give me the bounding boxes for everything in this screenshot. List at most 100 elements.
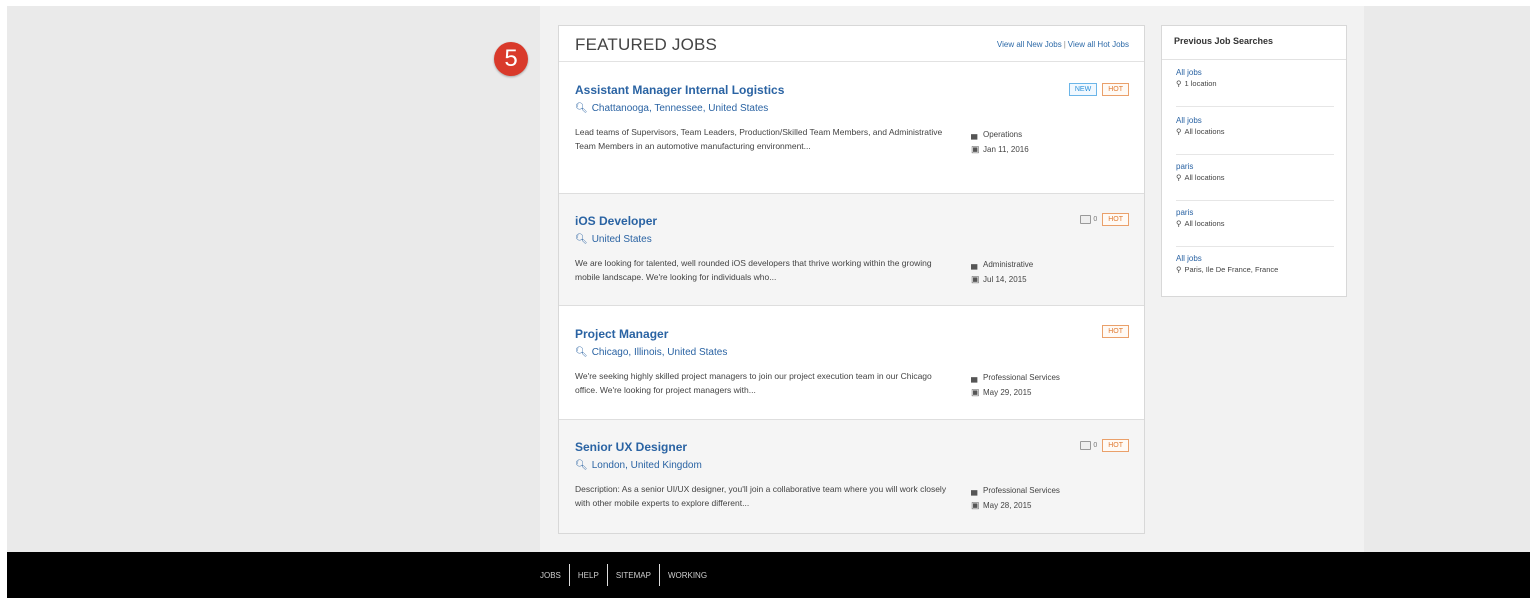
calendar-icon: ▣ bbox=[971, 500, 980, 510]
footer-nav: JOBS HELP SITEMAP WORKING bbox=[540, 564, 715, 586]
featured-jobs-title: FEATURED JOBS bbox=[575, 35, 718, 54]
job-category: Administrative bbox=[983, 260, 1034, 269]
previous-search-location-text: All locations bbox=[1184, 219, 1225, 228]
comment-count-value: 0 bbox=[1093, 442, 1098, 449]
job-location-text: Chattanooga, Tennessee, United States bbox=[591, 103, 769, 114]
step-marker: 5 bbox=[494, 42, 528, 76]
job-title-link[interactable]: iOS Developer bbox=[575, 214, 657, 228]
job-category: Operations bbox=[983, 130, 1023, 139]
job-title-link[interactable]: Project Manager bbox=[575, 327, 668, 341]
hot-badge: HOT bbox=[1102, 439, 1129, 452]
previous-search-query[interactable]: All jobs bbox=[1176, 68, 1202, 77]
previous-search-location: ⚲ All locations bbox=[1176, 127, 1225, 136]
previous-search-location-text: Paris, Ile De France, France bbox=[1184, 265, 1279, 274]
job-location[interactable]: 🔍︎ London, United Kingdom bbox=[575, 460, 702, 471]
job-location[interactable]: 🔍︎ Chattanooga, Tennessee, United States bbox=[575, 103, 768, 114]
link-separator: | bbox=[1063, 40, 1066, 49]
search-icon: 🔍︎ bbox=[575, 460, 588, 471]
previous-search-query[interactable]: paris bbox=[1176, 208, 1193, 217]
job-date: Jan 11, 2016 bbox=[983, 145, 1029, 154]
job-card[interactable]: Senior UX Designer 🔍︎ London, United King… bbox=[559, 420, 1144, 533]
map-pin-icon: ⚲ bbox=[1176, 127, 1182, 136]
job-location-text: United States bbox=[591, 234, 652, 245]
job-date: Jul 14, 2015 bbox=[983, 275, 1027, 284]
previous-searches-panel: Previous Job Searches All jobs ⚲ 1 locati… bbox=[1161, 25, 1347, 297]
job-title-link[interactable]: Senior UX Designer bbox=[575, 440, 687, 454]
job-badges: HOT bbox=[1102, 325, 1129, 338]
search-icon: 🔍︎ bbox=[575, 347, 588, 358]
map-pin-icon: ⚲ bbox=[1176, 265, 1182, 274]
previous-search-item[interactable]: All jobs ⚲ Paris, Ile De France, France bbox=[1176, 248, 1334, 293]
footer-link-sitemap[interactable]: SITEMAP bbox=[608, 571, 659, 580]
job-meta: ▄ Operations ▣ Jan 11, 2016 bbox=[971, 127, 1029, 157]
footer-link-help[interactable]: HELP bbox=[570, 571, 607, 580]
hot-badge: HOT bbox=[1102, 83, 1129, 96]
map-pin-icon: ⚲ bbox=[1176, 219, 1182, 228]
job-card[interactable]: Assistant Manager Internal Logistics 🔍︎ C… bbox=[559, 62, 1144, 194]
job-meta: ▄ Professional Services ▣ May 29, 2015 bbox=[971, 370, 1060, 400]
comment-count-value: 0 bbox=[1093, 216, 1098, 223]
job-description: Lead teams of Supervisors, Team Leaders,… bbox=[575, 127, 943, 151]
previous-search-query[interactable]: All jobs bbox=[1176, 254, 1202, 263]
job-description: We are looking for talented, well rounde… bbox=[575, 258, 932, 282]
folder-icon: ▄ bbox=[971, 485, 978, 495]
previous-search-location: ⚲ All locations bbox=[1176, 173, 1225, 182]
job-date: May 28, 2015 bbox=[983, 501, 1032, 510]
job-category: Professional Services bbox=[983, 486, 1060, 495]
previous-search-location-text: All locations bbox=[1184, 173, 1225, 182]
folder-icon: ▄ bbox=[971, 259, 978, 269]
map-pin-icon: ⚲ bbox=[1176, 79, 1182, 88]
previous-search-query[interactable]: All jobs bbox=[1176, 116, 1202, 125]
view-hot-jobs-link[interactable]: View all Hot Jobs bbox=[1068, 40, 1129, 49]
calendar-icon: ▣ bbox=[971, 144, 980, 154]
previous-search-item[interactable]: All jobs ⚲ 1 location bbox=[1176, 62, 1334, 107]
job-badges: NEW HOT bbox=[1068, 83, 1129, 96]
header-links: View all New Jobs | View all Hot Jobs bbox=[997, 40, 1129, 49]
job-meta: ▄ Professional Services ▣ May 28, 2015 bbox=[971, 483, 1060, 513]
previous-search-location: ⚲ 1 location bbox=[1176, 79, 1217, 88]
previous-search-location: ⚲ All locations bbox=[1176, 219, 1225, 228]
job-title-link[interactable]: Assistant Manager Internal Logistics bbox=[575, 83, 784, 97]
folder-icon: ▄ bbox=[971, 129, 978, 139]
job-card[interactable]: iOS Developer 🔍︎ United States We are loo… bbox=[559, 194, 1144, 306]
job-meta: ▄ Administrative ▣ Jul 14, 2015 bbox=[971, 257, 1033, 287]
job-category: Professional Services bbox=[983, 373, 1060, 382]
comment-count[interactable]: 0 bbox=[1080, 441, 1097, 450]
job-badges: 0 HOT bbox=[1080, 213, 1129, 226]
search-icon: 🔍︎ bbox=[575, 103, 588, 114]
folder-icon: ▄ bbox=[971, 372, 978, 382]
job-location-text: London, United Kingdom bbox=[591, 460, 702, 471]
map-pin-icon: ⚲ bbox=[1176, 173, 1182, 182]
previous-searches-title: Previous Job Searches bbox=[1162, 26, 1346, 60]
featured-jobs-header: FEATURED JOBS View all New Jobs | View all… bbox=[559, 26, 1144, 62]
job-location[interactable]: 🔍︎ United States bbox=[575, 234, 652, 245]
previous-search-location-text: 1 location bbox=[1184, 79, 1217, 88]
previous-search-location: ⚲ Paris, Ile De France, France bbox=[1176, 265, 1278, 274]
job-description: Description: As a senior UI/UX designer,… bbox=[575, 484, 947, 508]
job-card[interactable]: Project Manager 🔍︎ Chicago, Illinois, Uni… bbox=[559, 306, 1144, 420]
search-icon: 🔍︎ bbox=[575, 234, 588, 245]
calendar-icon: ▣ bbox=[971, 387, 980, 397]
footer-link-jobs[interactable]: JOBS bbox=[540, 571, 569, 580]
job-date: May 29, 2015 bbox=[983, 388, 1032, 397]
view-new-jobs-link[interactable]: View all New Jobs bbox=[997, 40, 1062, 49]
footer: JOBS HELP SITEMAP WORKING bbox=[7, 552, 1530, 598]
job-badges: 0 HOT bbox=[1080, 439, 1129, 452]
featured-jobs-panel: FEATURED JOBS View all New Jobs | View all… bbox=[558, 25, 1145, 534]
job-location-text: Chicago, Illinois, United States bbox=[591, 347, 728, 358]
calendar-icon: ▣ bbox=[971, 274, 980, 284]
footer-link-working[interactable]: WORKING bbox=[660, 571, 715, 580]
previous-search-item[interactable]: paris ⚲ All locations bbox=[1176, 156, 1334, 201]
previous-search-location-text: All locations bbox=[1184, 127, 1225, 136]
job-description: We're seeking highly skilled project man… bbox=[575, 371, 932, 395]
comment-icon bbox=[1080, 215, 1092, 224]
comment-icon bbox=[1080, 441, 1092, 450]
job-location[interactable]: 🔍︎ Chicago, Illinois, United States bbox=[575, 347, 727, 358]
hot-badge: HOT bbox=[1102, 213, 1129, 226]
comment-count[interactable]: 0 bbox=[1080, 215, 1097, 224]
previous-search-query[interactable]: paris bbox=[1176, 162, 1193, 171]
hot-badge: HOT bbox=[1102, 325, 1129, 338]
previous-search-item[interactable]: paris ⚲ All locations bbox=[1176, 202, 1334, 247]
previous-search-item[interactable]: All jobs ⚲ All locations bbox=[1176, 110, 1334, 155]
new-badge: NEW bbox=[1068, 83, 1098, 96]
